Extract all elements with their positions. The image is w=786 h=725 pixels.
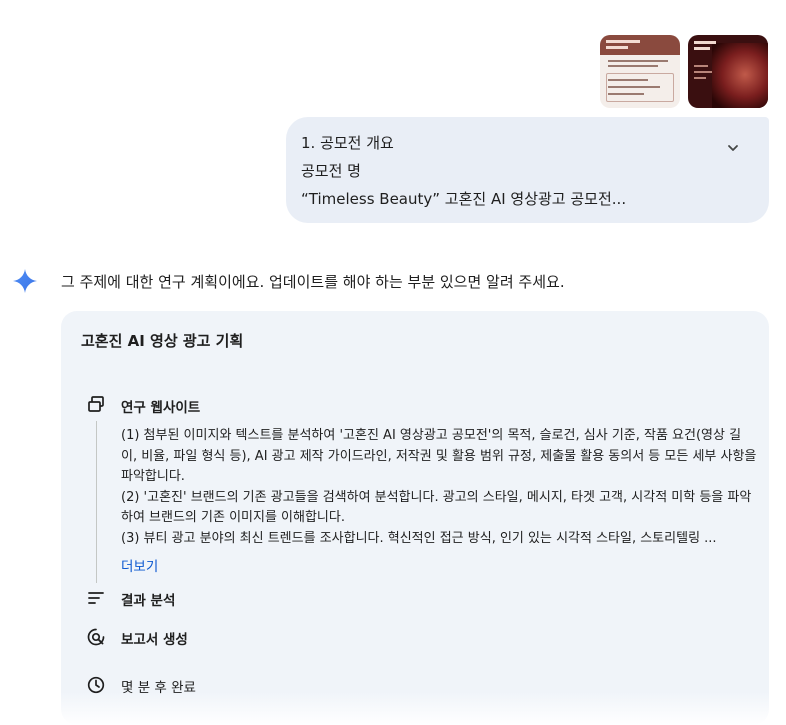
- show-more-link[interactable]: 더보기: [121, 555, 158, 575]
- image-attachment-2[interactable]: [688, 35, 768, 108]
- document-search-icon: [87, 628, 105, 646]
- step-label-analyze-results: 결과 분석: [121, 593, 176, 609]
- plan-title: 고혼진 AI 영상 광고 기획: [81, 332, 244, 350]
- expand-message-button[interactable]: [720, 135, 746, 161]
- step-description-item: (1) 첨부된 이미지와 텍스트를 분석하여 '고혼진 AI 영상광고 공모전'…: [121, 428, 757, 484]
- image-attachment-1[interactable]: [600, 35, 680, 108]
- browser-window-icon: [88, 396, 104, 412]
- step-label-research-websites: 연구 웹사이트: [121, 400, 201, 416]
- sort-lines-icon: [88, 592, 104, 604]
- research-plan-card: 고혼진 AI 영상 광고 기획 연구 웹사이트 (1) 첨부된 이미지와 텍스트…: [61, 311, 769, 725]
- step-description-item: (2) '고혼진' 브랜드의 기존 광고들을 검색하여 분석합니다. 광고의 스…: [121, 489, 752, 526]
- timeline-line: [96, 421, 97, 583]
- completion-estimate: 몇 분 후 완료: [121, 680, 196, 696]
- user-message-line: 1. 공모전 개요: [301, 134, 394, 152]
- step-description: (1) 첨부된 이미지와 텍스트를 분석하여 '고혼진 AI 영상광고 공모전'…: [121, 426, 757, 549]
- assistant-reply-text: 그 주제에 대한 연구 계획이에요. 업데이트를 해야 하는 부분 있으면 알려…: [61, 273, 565, 291]
- gemini-sparkle-icon: [13, 269, 37, 293]
- chevron-down-icon: [728, 145, 738, 151]
- user-message-line: “Timeless Beauty” 고혼진 AI 영상광고 공모전...: [301, 190, 627, 208]
- clock-icon: [87, 676, 105, 694]
- user-message-bubble: 1. 공모전 개요 공모전 명 “Timeless Beauty” 고혼진 AI…: [286, 117, 769, 223]
- step-description-item: (3) 뷰티 광고 분야의 최신 트렌드를 조사합니다. 혁신적인 접근 방식,…: [121, 530, 717, 546]
- step-label-create-report: 보고서 생성: [121, 632, 188, 648]
- chat-page: 1. 공모전 개요 공모전 명 “Timeless Beauty” 고혼진 AI…: [0, 0, 786, 725]
- user-message-line: 공모전 명: [301, 162, 361, 180]
